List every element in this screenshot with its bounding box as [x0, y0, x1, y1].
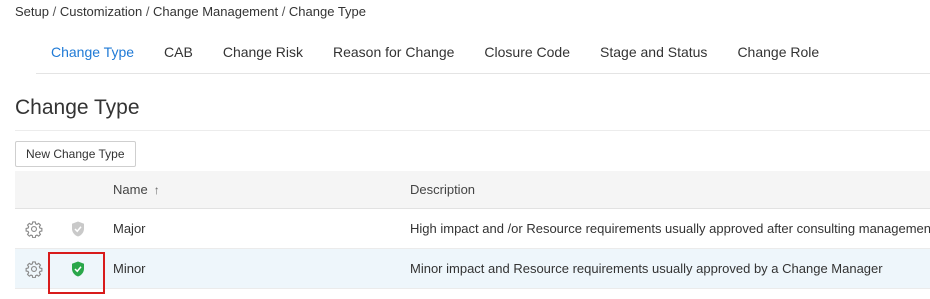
tab-stage-and-status[interactable]: Stage and Status	[585, 34, 722, 74]
shield-check-icon[interactable]	[69, 220, 87, 238]
table-row[interactable]: Major High impact and /or Resource requi…	[15, 209, 930, 249]
table-header: Name ↑ Description	[15, 171, 930, 209]
tab-cab[interactable]: CAB	[149, 34, 208, 74]
tab-change-type[interactable]: Change Type	[36, 34, 149, 74]
change-type-table: Name ↑ Description Major High impact and…	[15, 171, 930, 289]
row-settings[interactable]	[25, 249, 45, 288]
breadcrumb-change-management[interactable]: Change Management	[153, 4, 278, 19]
tab-reason-for-change[interactable]: Reason for Change	[318, 34, 469, 74]
breadcrumb-setup[interactable]: Setup	[15, 4, 49, 19]
tab-change-risk[interactable]: Change Risk	[208, 34, 318, 74]
row-description: Minor impact and Resource requirements u…	[410, 261, 883, 276]
column-header-description: Description	[410, 182, 476, 197]
sort-ascending-icon: ↑	[153, 182, 160, 197]
page-title: Change Type	[15, 96, 140, 119]
row-description: High impact and /or Resource requirement…	[410, 221, 930, 236]
row-settings[interactable]	[25, 209, 45, 248]
row-name[interactable]: Minor	[113, 249, 146, 288]
table-row[interactable]: Minor Minor impact and Resource requirem…	[15, 249, 930, 289]
row-default-toggle[interactable]	[69, 209, 89, 248]
tab-bar: Change Type CAB Change Risk Reason for C…	[36, 34, 930, 74]
tab-change-role[interactable]: Change Role	[722, 34, 834, 74]
column-name-label: Name	[113, 182, 148, 197]
tab-closure-code[interactable]: Closure Code	[469, 34, 585, 74]
title-divider	[15, 130, 930, 131]
highlight-annotation-box	[48, 252, 105, 294]
gear-icon[interactable]	[25, 260, 43, 278]
breadcrumb: Setup / Customization / Change Managemen…	[15, 4, 367, 19]
row-name[interactable]: Major	[113, 209, 146, 248]
column-header-name[interactable]: Name ↑	[113, 171, 160, 208]
breadcrumb-customization[interactable]: Customization	[60, 4, 142, 19]
breadcrumb-change-type: Change Type	[288, 4, 367, 19]
gear-icon[interactable]	[25, 220, 43, 238]
new-change-type-button[interactable]: New Change Type	[15, 141, 136, 167]
